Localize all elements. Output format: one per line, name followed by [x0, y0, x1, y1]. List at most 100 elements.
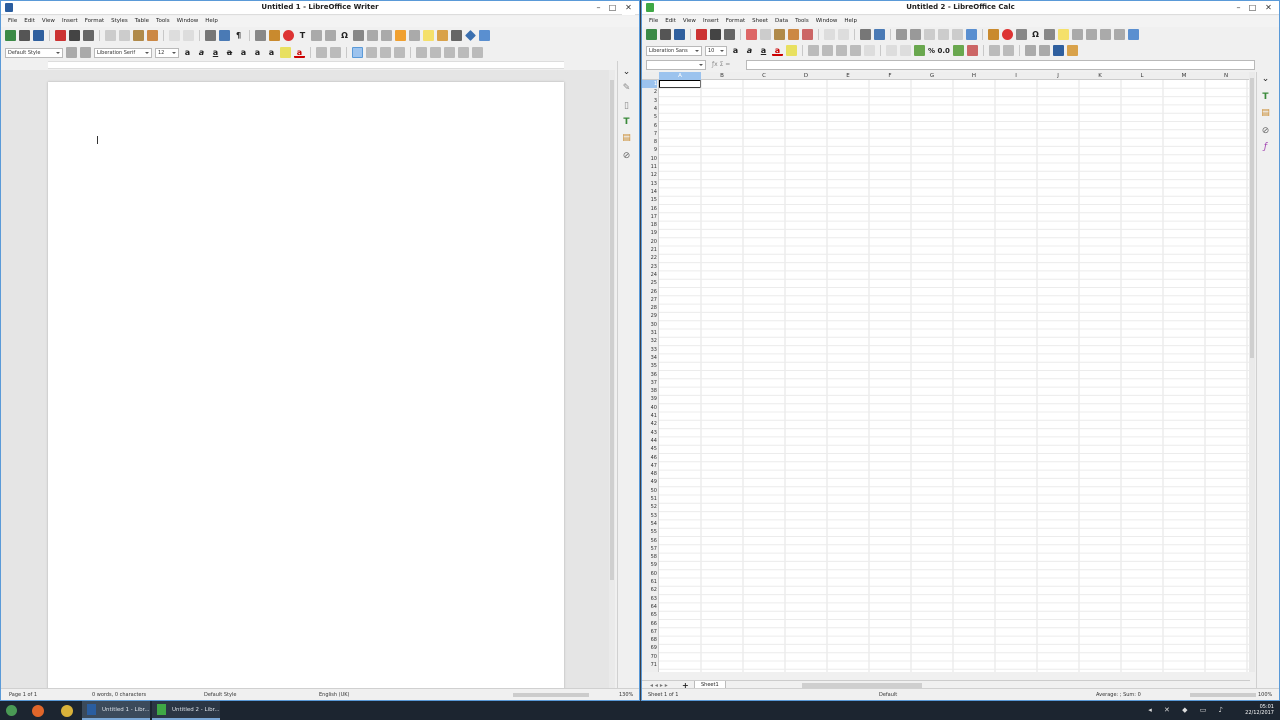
- comment-icon[interactable]: [423, 30, 434, 41]
- clear-formatting-icon[interactable]: a: [266, 47, 277, 58]
- sheet-count[interactable]: Sheet 1 of 1: [648, 692, 678, 698]
- sort-icon[interactable]: [924, 29, 935, 40]
- justify-icon[interactable]: [394, 47, 405, 58]
- align-left-icon[interactable]: [352, 47, 363, 58]
- gallery-icon[interactable]: ▤: [621, 133, 632, 143]
- minimize-icon[interactable]: –: [592, 1, 605, 15]
- gallery-icon[interactable]: ▤: [1260, 108, 1271, 118]
- endnote-icon[interactable]: [381, 30, 392, 41]
- row-header[interactable]: 12: [642, 171, 657, 179]
- special-character-icon[interactable]: Ω: [339, 30, 350, 41]
- sort-descending-icon[interactable]: [952, 29, 963, 40]
- autofilter-icon[interactable]: [966, 29, 977, 40]
- row-header[interactable]: 66: [642, 620, 657, 628]
- currency-format-icon[interactable]: [914, 45, 925, 56]
- calc-titlebar[interactable]: Untitled 2 - LibreOffice Calc – □ ✕: [642, 1, 1279, 15]
- row-header[interactable]: 57: [642, 545, 657, 553]
- insert-image-icon[interactable]: [988, 29, 999, 40]
- row-header[interactable]: 41: [642, 412, 657, 420]
- row-header[interactable]: 60: [642, 570, 657, 578]
- row-header[interactable]: 53: [642, 512, 657, 520]
- row-header[interactable]: 15: [642, 196, 657, 204]
- maximize-icon[interactable]: □: [606, 1, 619, 15]
- row-header[interactable]: 62: [642, 586, 657, 594]
- paste-icon[interactable]: [774, 29, 785, 40]
- row-header[interactable]: 27: [642, 296, 657, 304]
- row-header[interactable]: 44: [642, 437, 657, 445]
- export-pdf-icon[interactable]: [55, 30, 66, 41]
- undo-icon[interactable]: [169, 30, 180, 41]
- print-icon[interactable]: [710, 29, 721, 40]
- row-header[interactable]: 17: [642, 213, 657, 221]
- row-header[interactable]: 33: [642, 346, 657, 354]
- font-size-combo[interactable]: 10: [705, 45, 727, 56]
- row-header[interactable]: 2: [642, 88, 657, 96]
- border-style-icon[interactable]: [1038, 45, 1050, 56]
- background-color-icon[interactable]: [786, 45, 797, 56]
- row-header[interactable]: 35: [642, 362, 657, 370]
- column-icon[interactable]: [910, 29, 921, 40]
- row-header[interactable]: 36: [642, 371, 657, 379]
- row-header[interactable]: 24: [642, 271, 657, 279]
- row-header[interactable]: 19: [642, 229, 657, 237]
- undo-icon[interactable]: [824, 29, 835, 40]
- align-right-icon[interactable]: [836, 45, 847, 56]
- draw-functions-icon[interactable]: [1128, 29, 1139, 40]
- find-replace-icon[interactable]: [860, 29, 871, 40]
- italic-icon[interactable]: a: [196, 47, 207, 58]
- open-icon[interactable]: [19, 30, 30, 41]
- row-header[interactable]: 63: [642, 595, 657, 603]
- menu-format[interactable]: Format: [85, 16, 104, 27]
- page-style[interactable]: Default: [879, 692, 897, 698]
- number-format-buttons[interactable]: % 0.0: [928, 47, 950, 55]
- delete-decimal-icon[interactable]: [966, 45, 978, 56]
- row-header[interactable]: 28: [642, 304, 657, 312]
- save-icon[interactable]: [674, 29, 685, 40]
- menu-tools[interactable]: Tools: [795, 16, 809, 27]
- bookmark-icon[interactable]: [395, 30, 406, 41]
- column-header[interactable]: K: [1079, 72, 1121, 80]
- sidebar-settings-icon[interactable]: ⌄: [1260, 74, 1271, 84]
- menu-help[interactable]: Help: [205, 16, 218, 27]
- row-header[interactable]: 6: [642, 122, 657, 130]
- firefox-button[interactable]: [32, 701, 44, 720]
- basic-shapes-icon[interactable]: [465, 30, 476, 41]
- menu-data[interactable]: Data: [775, 16, 788, 27]
- hyperlink-icon[interactable]: [1044, 29, 1055, 40]
- document-page[interactable]: [48, 82, 564, 700]
- cut-icon[interactable]: [105, 30, 116, 41]
- draw-functions-icon[interactable]: [479, 30, 490, 41]
- row-header[interactable]: 39: [642, 395, 657, 403]
- styles-icon[interactable]: T: [621, 117, 632, 127]
- insert-chart-icon[interactable]: [283, 30, 294, 41]
- footnote-icon[interactable]: [367, 30, 378, 41]
- print-preview-icon[interactable]: [83, 30, 94, 41]
- align-top-icon[interactable]: [886, 45, 897, 56]
- font-color-icon[interactable]: a: [294, 47, 305, 58]
- row-header[interactable]: 34: [642, 354, 657, 362]
- menu-sheet[interactable]: Sheet: [752, 16, 768, 27]
- sort-ascending-icon[interactable]: [938, 29, 949, 40]
- cross-reference-icon[interactable]: [409, 30, 420, 41]
- clone-formatting-icon[interactable]: [788, 29, 799, 40]
- column-header[interactable]: I: [995, 72, 1037, 80]
- menu-styles[interactable]: Styles: [111, 16, 128, 27]
- row-header[interactable]: 42: [642, 420, 657, 428]
- row-header[interactable]: 25: [642, 279, 657, 287]
- row-header[interactable]: 61: [642, 578, 657, 586]
- row-header[interactable]: 52: [642, 503, 657, 511]
- name-box[interactable]: [646, 60, 706, 70]
- navigator-icon[interactable]: ⊘: [1260, 126, 1271, 136]
- row-header[interactable]: 67: [642, 628, 657, 636]
- menu-window[interactable]: Window: [816, 16, 838, 27]
- spelling-icon[interactable]: [219, 30, 230, 41]
- formatting-marks-icon[interactable]: ¶: [233, 30, 244, 41]
- insert-textbox-icon[interactable]: T: [297, 30, 308, 41]
- font-size-combo[interactable]: 12: [155, 47, 179, 58]
- font-color-icon[interactable]: a: [772, 45, 783, 56]
- superscript-icon[interactable]: a: [238, 47, 249, 58]
- bold-icon[interactable]: a: [182, 47, 193, 58]
- row-header[interactable]: 40: [642, 404, 657, 412]
- insert-field-icon[interactable]: [325, 30, 336, 41]
- row-header[interactable]: 47: [642, 462, 657, 470]
